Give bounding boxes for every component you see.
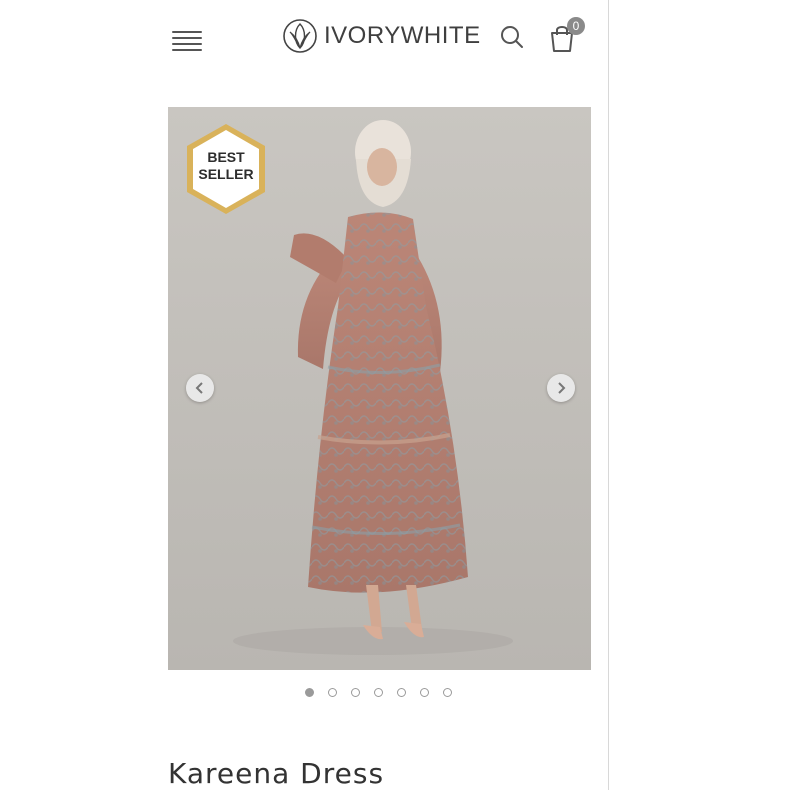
- brand-name: IVORYWHITE: [324, 22, 481, 49]
- cart-count-badge: 0: [567, 17, 585, 35]
- cart-button[interactable]: 0: [549, 17, 589, 53]
- search-icon: [501, 26, 523, 48]
- next-image-button[interactable]: [547, 374, 575, 402]
- chevron-right-icon: [558, 382, 566, 394]
- menu-icon-line: [172, 37, 202, 39]
- carousel-dot[interactable]: [305, 688, 314, 697]
- best-seller-badge: BEST SELLER: [183, 149, 269, 183]
- product-image-gallery[interactable]: BEST SELLER: [168, 107, 591, 670]
- carousel-dot[interactable]: [420, 688, 429, 697]
- carousel-dot[interactable]: [443, 688, 452, 697]
- site-header: IVORYWHITE 0: [0, 0, 608, 80]
- badge-line-1: BEST: [207, 149, 245, 165]
- menu-icon-line: [172, 43, 202, 45]
- carousel-dot[interactable]: [397, 688, 406, 697]
- logo-mark-icon: [283, 19, 317, 53]
- carousel-dot[interactable]: [351, 688, 360, 697]
- menu-icon-line: [172, 49, 202, 51]
- carousel-dot[interactable]: [374, 688, 383, 697]
- product-title: Kareena Dress: [168, 757, 385, 790]
- search-button[interactable]: [498, 23, 526, 51]
- menu-icon-line: [172, 31, 202, 33]
- carousel-pagination: [305, 688, 466, 697]
- page-edge-divider: [608, 0, 609, 790]
- badge-line-2: SELLER: [198, 166, 254, 182]
- menu-button[interactable]: [170, 27, 204, 53]
- previous-image-button[interactable]: [186, 374, 214, 402]
- brand-logo[interactable]: IVORYWHITE: [282, 17, 481, 55]
- chevron-left-icon: [195, 382, 203, 394]
- carousel-dot[interactable]: [328, 688, 337, 697]
